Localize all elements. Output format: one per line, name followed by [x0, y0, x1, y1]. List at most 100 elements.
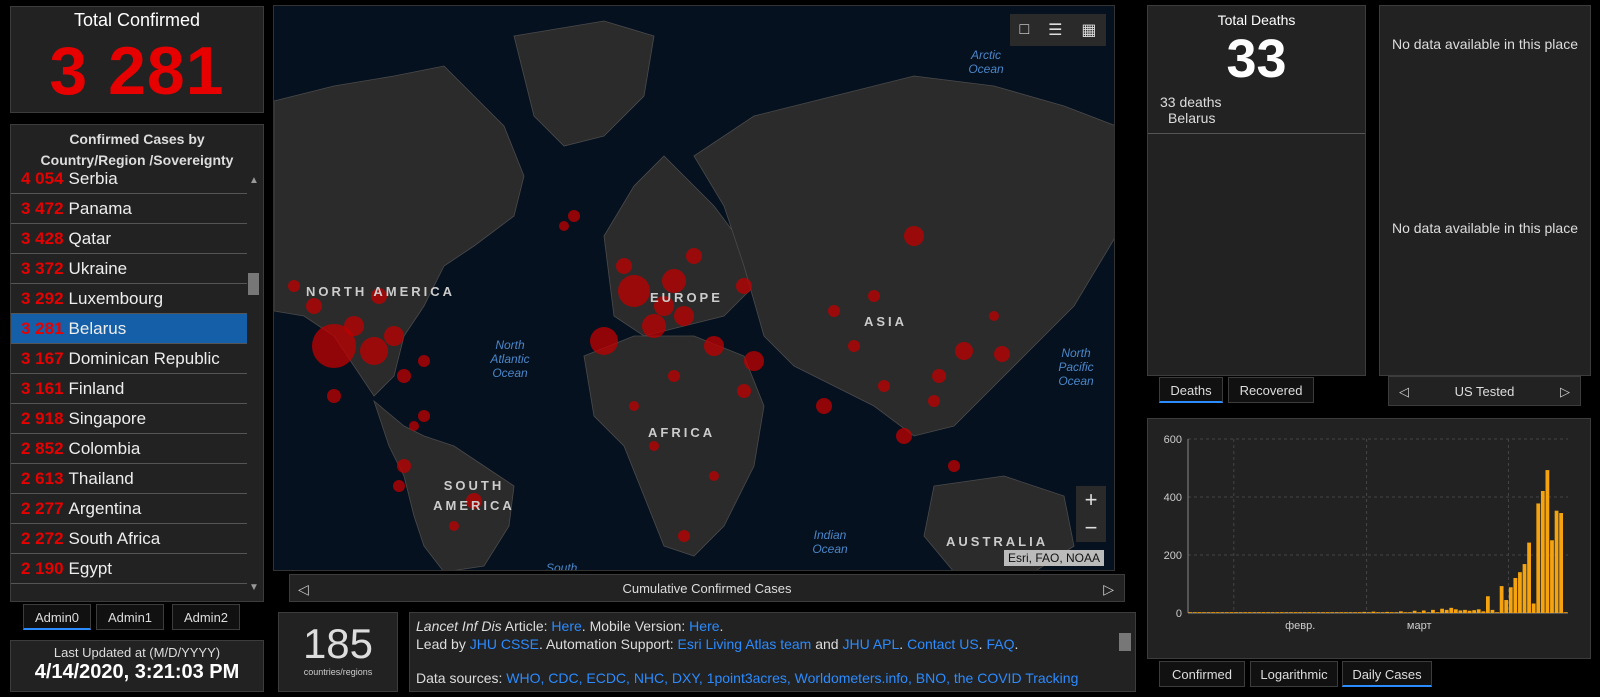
tab-daily-cases[interactable]: Daily Cases — [1342, 661, 1432, 687]
chart-bar — [1366, 612, 1371, 613]
list-item[interactable]: 2 190 Egypt — [11, 554, 247, 584]
sources-links[interactable]: WHO, CDC, ECDC, NHC, DXY, 1point3acres, … — [506, 670, 1078, 686]
scroll-up-icon[interactable]: ▲ — [249, 175, 259, 186]
case-marker[interactable] — [928, 395, 940, 407]
tab-deaths[interactable]: Deaths — [1159, 377, 1223, 403]
scroll-down-icon[interactable]: ▼ — [249, 582, 259, 593]
us-tested-prev-icon[interactable]: ◁ — [1399, 377, 1409, 407]
case-marker[interactable] — [409, 421, 419, 431]
zoom-in-icon[interactable]: + — [1076, 486, 1106, 514]
chart-bar — [1275, 612, 1280, 613]
world-map[interactable]: NORTH AMERICA EUROPE ASIA AFRICA SOUTH A… — [273, 5, 1115, 571]
tab-confirmed[interactable]: Confirmed — [1159, 661, 1245, 687]
info-scroll-thumb[interactable] — [1119, 633, 1131, 651]
caption-next-icon[interactable]: ▷ — [1103, 575, 1114, 603]
list-item[interactable]: 3 281 Belarus — [11, 314, 247, 344]
list-item[interactable]: 2 852 Colombia — [11, 434, 247, 464]
case-marker[interactable] — [674, 306, 694, 326]
case-marker[interactable] — [904, 226, 924, 246]
case-marker[interactable] — [360, 337, 388, 365]
case-marker[interactable] — [590, 327, 618, 355]
tab-logarithmic[interactable]: Logarithmic — [1250, 661, 1338, 687]
list-item[interactable]: 2 272 South Africa — [11, 524, 247, 554]
list-item-count: 2 277 — [21, 499, 64, 518]
case-marker[interactable] — [616, 258, 632, 274]
list-item[interactable]: 3 472 Panama — [11, 194, 247, 224]
country-list-viewport[interactable]: 4 054 Serbia 3 472 Panama 3 428 Qatar 3 372 Ukr… — [11, 172, 263, 601]
case-marker[interactable] — [994, 346, 1010, 362]
case-marker[interactable] — [948, 460, 960, 472]
mobile-link[interactable]: Here — [689, 618, 719, 634]
case-marker[interactable] — [878, 380, 890, 392]
list-item[interactable]: 3 292 Luxembourg — [11, 284, 247, 314]
case-marker[interactable] — [709, 471, 719, 481]
contact-link[interactable]: Contact US — [907, 636, 979, 652]
info-scrollbar[interactable] — [1118, 615, 1132, 689]
list-item[interactable]: 3 372 Ukraine — [11, 254, 247, 284]
case-marker[interactable] — [397, 459, 411, 473]
case-marker[interactable] — [932, 369, 946, 383]
case-marker[interactable] — [344, 316, 364, 336]
case-marker[interactable] — [816, 398, 832, 414]
case-marker[interactable] — [642, 314, 666, 338]
case-marker[interactable] — [896, 428, 912, 444]
tab-admin0[interactable]: Admin0 — [23, 604, 91, 630]
case-marker[interactable] — [955, 342, 973, 360]
bookmark-icon[interactable]: □ — [1019, 21, 1029, 39]
case-marker[interactable] — [989, 311, 999, 321]
jhu-apl-link[interactable]: JHU APL — [842, 636, 899, 652]
jhu-csse-link[interactable]: JHU CSSE — [470, 636, 539, 652]
country-list-scrollbar[interactable]: ▲ ▼ — [246, 175, 261, 593]
qr-code-icon[interactable]: ▦ — [1081, 20, 1096, 40]
tab-recovered[interactable]: Recovered — [1228, 377, 1314, 403]
map-caption-bar: ◁ Cumulative Confirmed Cases ▷ — [289, 574, 1125, 602]
case-marker[interactable] — [704, 336, 724, 356]
case-marker[interactable] — [393, 480, 405, 492]
case-marker[interactable] — [418, 410, 430, 422]
y-tick-label: 0 — [1176, 608, 1182, 620]
case-marker[interactable] — [848, 340, 860, 352]
case-marker[interactable] — [449, 521, 459, 531]
zoom-out-icon[interactable]: − — [1076, 514, 1106, 542]
case-marker[interactable] — [306, 298, 322, 314]
case-marker[interactable] — [384, 326, 404, 346]
list-item[interactable]: 2 613 Thailand — [11, 464, 247, 494]
case-marker[interactable] — [736, 278, 752, 294]
case-marker[interactable] — [686, 248, 702, 264]
list-item[interactable]: 2 918 Singapore — [11, 404, 247, 434]
case-marker[interactable] — [649, 441, 659, 451]
case-marker[interactable] — [678, 530, 690, 542]
case-marker[interactable] — [568, 210, 580, 222]
case-marker[interactable] — [629, 401, 639, 411]
faq-link[interactable]: FAQ — [986, 636, 1014, 652]
tab-admin2[interactable]: Admin2 — [172, 604, 240, 630]
list-item[interactable]: 3 167 Dominican Republic — [11, 344, 247, 374]
case-marker[interactable] — [828, 305, 840, 317]
list-item[interactable]: 3 428 Qatar — [11, 224, 247, 254]
case-marker[interactable] — [868, 290, 880, 302]
list-item[interactable]: 4 054 Serbia — [11, 172, 247, 194]
case-marker[interactable] — [618, 275, 650, 307]
list-item[interactable]: 2 277 Argentina — [11, 494, 247, 524]
us-tested-next-icon[interactable]: ▷ — [1560, 377, 1570, 407]
map-caption: Cumulative Confirmed Cases — [622, 581, 792, 596]
case-marker[interactable] — [397, 369, 411, 383]
case-marker[interactable] — [327, 389, 341, 403]
case-marker[interactable] — [737, 384, 751, 398]
caption-prev-icon[interactable]: ◁ — [298, 575, 309, 603]
chart-bar — [1284, 612, 1289, 613]
case-marker[interactable] — [668, 370, 680, 382]
case-marker[interactable] — [559, 221, 569, 231]
case-marker[interactable] — [288, 280, 300, 292]
article-link[interactable]: Here — [551, 618, 581, 634]
tab-admin1[interactable]: Admin1 — [96, 604, 164, 630]
chart-bar — [1435, 612, 1440, 613]
list-icon[interactable]: ☰ — [1048, 20, 1062, 40]
list-item-name: Egypt — [68, 559, 113, 578]
case-marker[interactable] — [418, 355, 430, 367]
esri-team-link[interactable]: Esri Living Atlas team — [678, 636, 812, 652]
chart-bar — [1353, 612, 1357, 613]
list-item[interactable]: 3 161 Finland — [11, 374, 247, 404]
scroll-thumb[interactable] — [248, 273, 259, 295]
case-marker[interactable] — [744, 351, 764, 371]
